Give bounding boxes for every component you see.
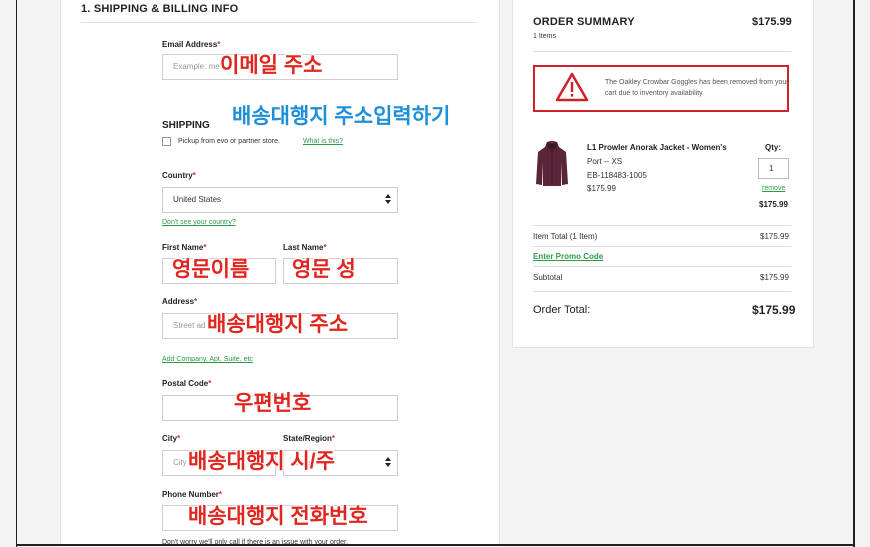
country-select-value: United States [173,195,222,204]
warning-triangle-icon [555,72,589,102]
order-total-label: Order Total: [533,304,591,316]
summary-divider [533,225,791,226]
order-summary-total: $175.99 [752,16,792,28]
annotation-last-name: 영문 성 [292,258,356,281]
qty-input[interactable]: 1 [758,158,789,179]
first-name-label: First Name* [162,243,207,252]
pickup-label: Pickup from evo or partner store. [178,138,280,145]
annotation-email: 이메일 주소 [220,54,323,77]
line-item-price: $175.99 [759,200,788,209]
subtotal-label: Subtotal [533,273,563,282]
remove-item-link[interactable]: remove [762,185,785,192]
select-arrows-icon [385,194,393,206]
annotation-address: 배송대행지 주소 [207,313,349,336]
item-total-label: Item Total (1 Item) [533,232,598,241]
annotation-first-name: 영문이름 [172,258,250,281]
product-price: $175.99 [587,184,616,193]
frame-bottom-border [16,544,855,546]
state-label: State/Region* [283,434,336,443]
pickup-info-link[interactable]: What is this? [303,138,343,145]
summary-divider [533,291,791,292]
last-name-label: Last Name* [283,243,327,252]
shipping-heading: SHIPPING [162,120,210,131]
summary-divider [533,266,791,267]
country-label: Country* [162,171,196,180]
order-total-value: $175.99 [752,303,796,317]
section-title: 1. SHIPPING & BILLING INFO [81,3,239,15]
address-extra-link[interactable]: Add Company, Apt, Suite, etc [162,356,253,363]
country-help-link[interactable]: Don't see your country? [162,219,236,226]
product-name[interactable]: L1 Prowler Anorak Jacket - Women's [587,143,727,152]
product-jacket-image[interactable] [535,140,569,188]
annotation-city-state: 배송대행지 시/주 [188,450,335,473]
frame-left-border [16,0,17,547]
select-arrows-icon [385,457,393,469]
phone-label: Phone Number* [162,490,223,499]
frame-right-border [853,0,855,547]
annotation-postal: 우편번호 [234,392,312,415]
inventory-alert-text: The Oakley Crowbar Goggles has been remo… [605,79,789,97]
title-divider [81,22,477,23]
country-select[interactable]: United States [162,187,398,213]
summary-divider [533,51,791,52]
product-variant: Port -- XS [587,157,623,166]
summary-divider [533,246,791,247]
city-label: City* [162,434,181,443]
qty-label: Qty: [765,143,781,152]
order-summary-title: ORDER SUMMARY [533,16,635,28]
email-label: Email Address* [162,40,221,49]
postal-label: Postal Code* [162,379,212,388]
subtotal-value: $175.99 [760,273,789,282]
address-label: Address* [162,297,198,306]
product-sku: EB-118483-1005 [587,171,647,180]
promo-code-link[interactable]: Enter Promo Code [533,252,603,261]
item-total-value: $175.99 [760,232,789,241]
pickup-checkbox[interactable] [162,137,171,146]
order-items-count: 1 Items [533,33,556,40]
annotation-shipping-address: 배송대행지 주소입력하기 [232,105,451,128]
annotation-phone: 배송대행지 전화번호 [188,505,368,528]
